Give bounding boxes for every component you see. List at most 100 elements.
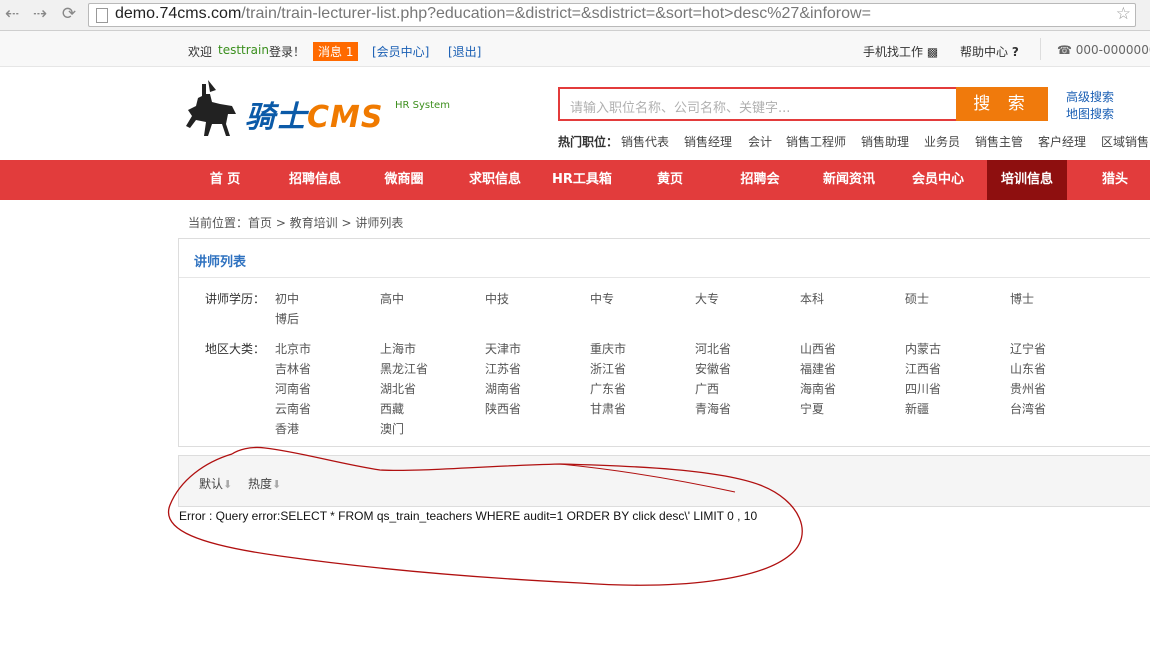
welcome-text: 欢迎 <box>188 45 213 59</box>
member-center-link[interactable]: [会员中心] <box>372 43 429 60</box>
address-bar[interactable]: demo.74cms.com/train/train-lecturer-list… <box>88 3 1136 27</box>
district-option[interactable]: 澳门 <box>380 420 404 437</box>
district-option[interactable]: 云南省 <box>275 400 311 417</box>
hot-job-link[interactable]: 销售代表 <box>621 133 669 150</box>
nav-item[interactable]: 猎头 <box>1075 160 1150 200</box>
lecturer-filter-panel: 讲师列表 讲师学历： 地区大类： 初中 高中 中技 中专 大专 本科 硕士 博士 博后 北京市 上… <box>178 238 1150 447</box>
knight-logo-icon[interactable] <box>182 80 238 138</box>
map-search-link[interactable]: 地图搜索 <box>1066 105 1114 122</box>
nav-item[interactable]: 微商圈 <box>368 160 440 200</box>
hot-job-link[interactable]: 客户经理 <box>1038 133 1086 150</box>
education-option[interactable]: 初中 <box>275 290 299 307</box>
nav-item[interactable]: 求职信息 <box>455 160 535 200</box>
education-option[interactable]: 大专 <box>695 290 719 307</box>
district-option[interactable]: 辽宁省 <box>1010 340 1046 357</box>
site-topbar: 欢迎 testtrain 登录！ 消息 1 [会员中心] [退出] 手机找工作 … <box>0 31 1150 67</box>
district-option[interactable]: 山西省 <box>800 340 836 357</box>
education-option[interactable]: 博士 <box>1010 290 1034 307</box>
district-option[interactable]: 山东省 <box>1010 360 1046 377</box>
message-badge[interactable]: 消息 1 <box>313 42 359 61</box>
education-option[interactable]: 高中 <box>380 290 404 307</box>
search-input[interactable]: 请输入职位名称、公司名称、关键字... <box>558 87 958 121</box>
nav-item[interactable]: 黄页 <box>630 160 710 200</box>
hot-jobs-label: 热门职位： <box>558 135 619 149</box>
district-option[interactable]: 香港 <box>275 420 299 437</box>
reload-icon[interactable]: ⟳ <box>59 4 79 24</box>
help-center-link[interactable]: 帮助中心 ? <box>960 43 1019 60</box>
sort-bar: 默认⬇ 热度⬇ <box>178 455 1150 507</box>
district-option[interactable]: 黑龙江省 <box>380 360 428 377</box>
search-placeholder: 请输入职位名称、公司名称、关键字... <box>570 101 791 116</box>
search-button[interactable]: 搜 索 <box>956 87 1048 121</box>
sort-arrow-icon: ⬇ <box>223 478 233 491</box>
district-option[interactable]: 上海市 <box>380 340 416 357</box>
nav-item[interactable]: 招聘信息 <box>270 160 360 200</box>
district-option[interactable]: 陕西省 <box>485 400 521 417</box>
panel-header: 讲师列表 <box>179 239 1150 278</box>
hot-job-link[interactable]: 会计 <box>748 133 772 150</box>
forward-icon[interactable]: ⇢ <box>30 4 50 24</box>
hot-job-link[interactable]: 销售助理 <box>861 133 909 150</box>
education-option[interactable]: 中专 <box>590 290 614 307</box>
district-option[interactable]: 湖北省 <box>380 380 416 397</box>
nav-item[interactable]: HR工具箱 <box>540 160 624 200</box>
district-option[interactable]: 福建省 <box>800 360 836 377</box>
nav-item[interactable]: 培训信息 <box>987 160 1067 200</box>
district-option[interactable]: 西藏 <box>380 400 404 417</box>
education-option[interactable]: 博后 <box>275 310 299 327</box>
education-option[interactable]: 中技 <box>485 290 509 307</box>
logout-link[interactable]: [退出] <box>448 43 481 60</box>
star-icon[interactable]: ☆ <box>1116 4 1131 24</box>
help-icon: ? <box>1011 45 1019 59</box>
divider <box>1040 38 1041 60</box>
hot-job-link[interactable]: 区域销售 <box>1101 133 1149 150</box>
logo-text: 骑士CMS <box>245 100 384 135</box>
district-option[interactable]: 甘肃省 <box>590 400 626 417</box>
district-option[interactable]: 重庆市 <box>590 340 626 357</box>
district-option[interactable]: 北京市 <box>275 340 311 357</box>
district-option[interactable]: 四川省 <box>905 380 941 397</box>
district-option[interactable]: 宁夏 <box>800 400 824 417</box>
username[interactable]: testtrain <box>218 43 269 57</box>
nav-item[interactable]: 新闻资讯 <box>805 160 893 200</box>
district-option[interactable]: 海南省 <box>800 380 836 397</box>
district-option[interactable]: 青海省 <box>695 400 731 417</box>
district-option[interactable]: 贵州省 <box>1010 380 1046 397</box>
hot-job-link[interactable]: 销售经理 <box>684 133 732 150</box>
district-option[interactable]: 湖南省 <box>485 380 521 397</box>
education-option[interactable]: 本科 <box>800 290 824 307</box>
sort-hot[interactable]: 热度⬇ <box>248 475 281 492</box>
nav-item[interactable]: 首 页 <box>185 160 265 200</box>
breadcrumb: 当前位置：首页 > 教育培训 > 讲师列表 <box>188 216 404 230</box>
advanced-search-link[interactable]: 高级搜索 <box>1066 88 1114 105</box>
district-option[interactable]: 内蒙古 <box>905 340 941 357</box>
district-option[interactable]: 安徽省 <box>695 360 731 377</box>
phone-number: ☎ 000-0000000 <box>1057 43 1150 57</box>
district-option[interactable]: 广东省 <box>590 380 626 397</box>
district-option[interactable]: 江苏省 <box>485 360 521 377</box>
education-label: 讲师学历： <box>205 292 266 306</box>
district-option[interactable]: 江西省 <box>905 360 941 377</box>
hot-job-link[interactable]: 业务员 <box>924 133 960 150</box>
district-option[interactable]: 浙江省 <box>590 360 626 377</box>
education-option[interactable]: 硕士 <box>905 290 929 307</box>
district-option[interactable]: 广西 <box>695 380 719 397</box>
mobile-icon: ▩ <box>926 45 939 59</box>
hot-job-link[interactable]: 销售工程师 <box>786 133 846 150</box>
mobile-job-link[interactable]: 手机找工作 ▩ <box>863 43 938 60</box>
nav-item[interactable]: 会员中心 <box>895 160 981 200</box>
district-option[interactable]: 新疆 <box>905 400 929 417</box>
district-option[interactable]: 吉林省 <box>275 360 311 377</box>
district-option[interactable]: 河南省 <box>275 380 311 397</box>
hot-job-link[interactable]: 销售主管 <box>975 133 1023 150</box>
district-option[interactable]: 河北省 <box>695 340 731 357</box>
phone-icon: ☎ <box>1057 43 1072 57</box>
sort-default[interactable]: 默认⬇ <box>199 475 232 492</box>
district-option[interactable]: 台湾省 <box>1010 400 1046 417</box>
panel-title: 讲师列表 <box>194 255 247 270</box>
main-nav: 首 页招聘信息 微商圈 求职信息 HR工具箱 黄页 招聘会 新闻资讯 会员中心 培训信息 猎头 <box>0 160 1150 200</box>
sql-error-message: Error : Query error:SELECT * FROM qs_tra… <box>179 509 758 523</box>
nav-item[interactable]: 招聘会 <box>720 160 800 200</box>
back-icon[interactable]: ⇠ <box>2 4 22 24</box>
district-option[interactable]: 天津市 <box>485 340 521 357</box>
